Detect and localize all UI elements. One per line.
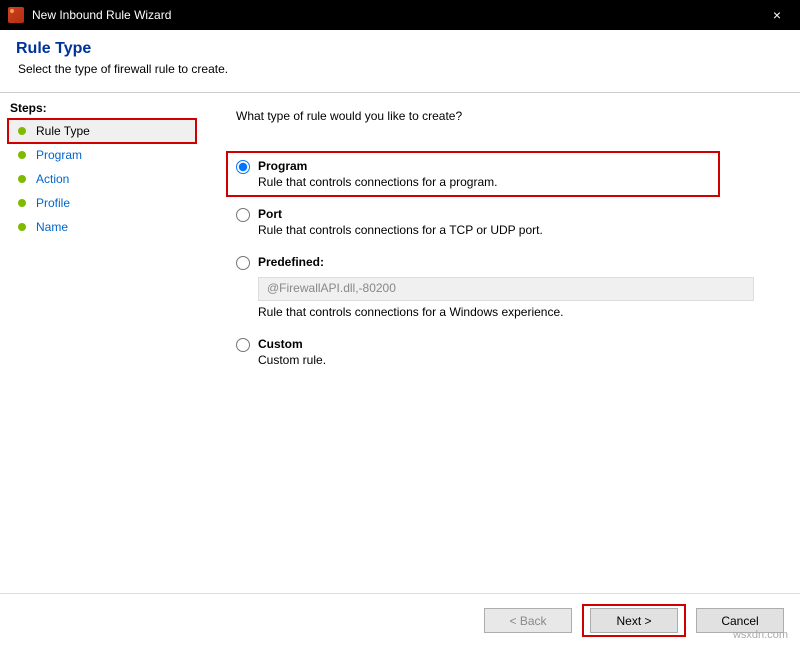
window-title: New Inbound Rule Wizard [32, 8, 754, 22]
firewall-icon [8, 7, 24, 23]
step-profile[interactable]: Profile [8, 191, 196, 215]
radio-port[interactable] [236, 208, 250, 222]
option-title: Predefined: [258, 255, 776, 269]
step-label: Profile [36, 196, 70, 210]
step-dot-icon [18, 199, 26, 207]
step-label: Action [36, 172, 69, 186]
step-rule-type[interactable]: Rule Type [8, 119, 196, 143]
steps-sidebar: Steps: Rule Type Program Action Profile … [0, 93, 196, 591]
option-title: Custom [258, 337, 776, 351]
radio-custom[interactable] [236, 338, 250, 352]
option-custom: Custom Custom rule. [236, 337, 776, 367]
option-desc: Rule that controls connections for a Win… [258, 305, 776, 319]
wizard-footer: < Back Next > Cancel [0, 593, 800, 647]
next-highlight: Next > [582, 604, 686, 637]
close-button[interactable]: × [754, 0, 800, 30]
watermark: wsxdn.com [733, 629, 788, 641]
step-dot-icon [18, 175, 26, 183]
option-title: Port [258, 207, 776, 221]
step-label: Program [36, 148, 82, 162]
option-program: Program Rule that controls connections f… [236, 159, 776, 189]
rule-type-options: Program Rule that controls connections f… [236, 159, 776, 367]
step-label: Name [36, 220, 68, 234]
page-subtitle: Select the type of firewall rule to crea… [18, 62, 784, 76]
step-dot-icon [18, 151, 26, 159]
radio-program[interactable] [236, 160, 250, 174]
step-label: Rule Type [36, 124, 90, 138]
option-title: Program [258, 159, 776, 173]
wizard-header: Rule Type Select the type of firewall ru… [0, 30, 800, 84]
step-dot-icon [18, 223, 26, 231]
step-name[interactable]: Name [8, 215, 196, 239]
option-desc: Custom rule. [258, 353, 776, 367]
page-title: Rule Type [16, 40, 784, 58]
step-dot-icon [18, 127, 26, 135]
steps-list: Rule Type Program Action Profile Name [8, 119, 196, 239]
step-program[interactable]: Program [8, 143, 196, 167]
option-desc: Rule that controls connections for a TCP… [258, 223, 776, 237]
step-action[interactable]: Action [8, 167, 196, 191]
radio-predefined[interactable] [236, 256, 250, 270]
main-panel: What type of rule would you like to crea… [196, 93, 800, 591]
next-button[interactable]: Next > [590, 608, 678, 633]
predefined-select[interactable]: @FirewallAPI.dll,-80200 [258, 277, 754, 301]
steps-heading: Steps: [10, 101, 196, 115]
titlebar: New Inbound Rule Wizard × [0, 0, 800, 30]
rule-type-prompt: What type of rule would you like to crea… [236, 109, 776, 123]
option-desc: Rule that controls connections for a pro… [258, 175, 776, 189]
back-button[interactable]: < Back [484, 608, 572, 633]
option-predefined: Predefined: @FirewallAPI.dll,-80200 Rule… [236, 255, 776, 319]
option-port: Port Rule that controls connections for … [236, 207, 776, 237]
